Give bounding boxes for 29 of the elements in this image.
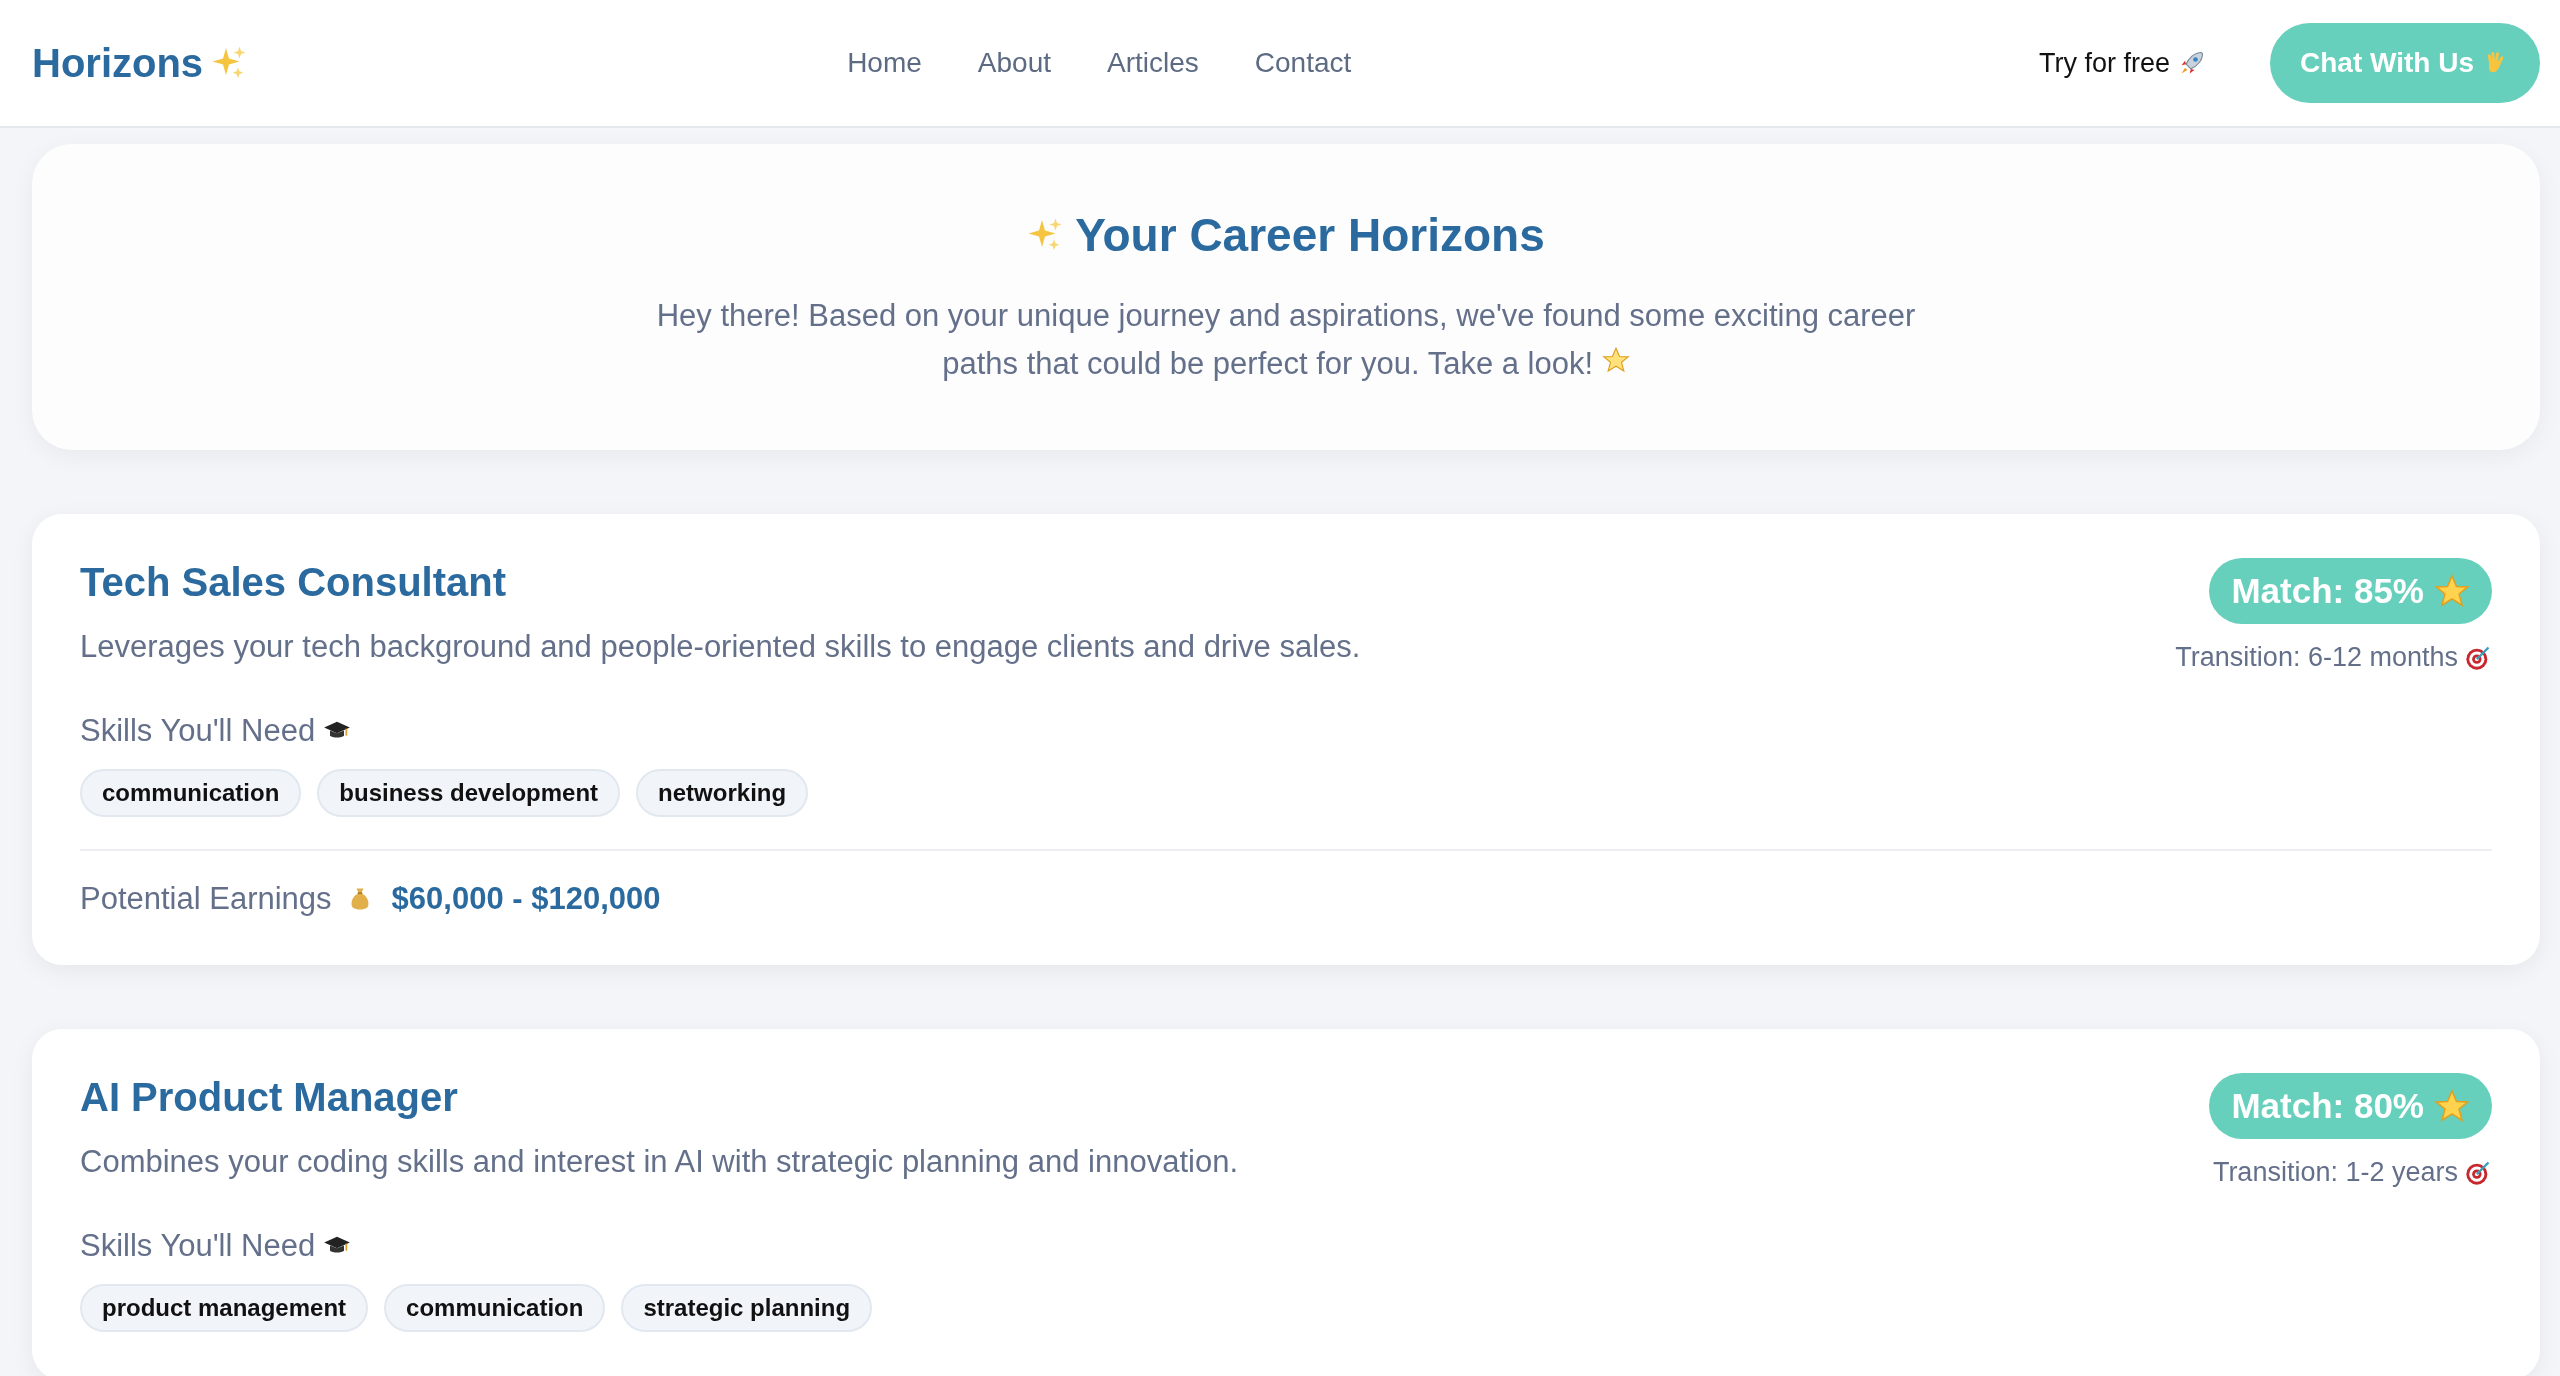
skill-tag: networking — [636, 769, 809, 817]
transition-text: Transition: 6-12 months — [2175, 642, 2458, 673]
try-link[interactable]: Try for free — [2039, 47, 2171, 79]
skill-tag: communication — [80, 769, 302, 817]
nav-link[interactable]: About — [977, 47, 1051, 79]
career-title: AI Product Manager — [80, 1075, 459, 1120]
skill-tag: communication — [384, 1284, 606, 1332]
skills-label: Skills You'll Need — [80, 713, 316, 749]
career-title: Tech Sales Consultant — [80, 560, 507, 605]
career-description: Leverages your tech background and people-oriented skills to engage clients and drive sales. — [80, 629, 1361, 665]
skills-label: Skills You'll Need — [80, 1228, 316, 1264]
skill-tag: strategic planning — [621, 1284, 873, 1332]
career-description: Combines your coding skills and interest in AI with strategic planning and innovation. — [80, 1144, 1238, 1180]
star-icon — [2434, 1088, 2470, 1124]
earnings-value: $60,000 - $120,000 — [391, 881, 661, 917]
intro-text: Hey there! Based on your unique journey and aspirations, we've found some exciting career paths that could be perfect for you. Take a look! — [655, 297, 1917, 383]
transition-text: Transition: 1-2 years — [2212, 1157, 2458, 1188]
logo[interactable]: Horizons — [32, 40, 204, 86]
skill-tag: product management — [80, 1284, 369, 1332]
nav-link[interactable]: Home — [847, 47, 922, 79]
star-icon — [1601, 346, 1630, 374]
page-title: Your Career Horizons — [1075, 208, 1545, 262]
earnings-label: Potential Earnings — [80, 881, 332, 917]
star-icon — [2434, 573, 2470, 609]
match-badge: Match: 80% — [2209, 1073, 2492, 1139]
match-badge: Match: 85% — [2209, 558, 2492, 624]
nav-link[interactable]: Articles — [1107, 47, 1199, 79]
skill-tag: business development — [317, 769, 621, 817]
nav-link[interactable]: Contact — [1254, 47, 1352, 79]
